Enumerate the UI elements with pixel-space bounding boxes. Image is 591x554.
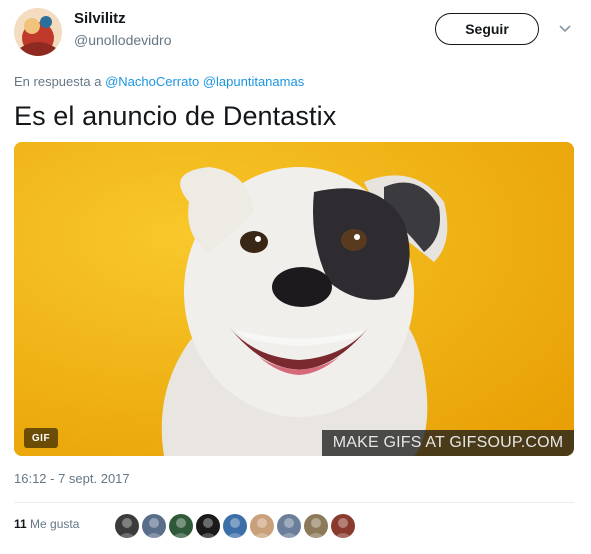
liker-avatar[interactable] [114,513,140,539]
chevron-down-icon[interactable] [558,24,572,34]
mention-link[interactable]: @NachoCerrato [105,74,199,89]
liker-avatar[interactable] [330,513,356,539]
author-handle[interactable]: @unollodevidro [74,32,172,48]
likes-count[interactable]: 11 Me gusta [14,517,79,531]
liker-avatar[interactable] [141,513,167,539]
tweet-text: Es el anuncio de Dentastix [14,101,337,131]
likes-number: 11 [14,517,27,531]
tweet-timestamp[interactable]: 16:12 - 7 sept. 2017 [14,471,130,486]
liker-avatar[interactable] [276,513,302,539]
reply-context: En respuesta a @NachoCerrato @lapuntitan… [14,74,304,89]
author-display-name[interactable]: Silvilitz [74,10,126,27]
liker-avatar[interactable] [168,513,194,539]
gif-watermark: MAKE GIFS AT GIFSOUP.COM [322,430,574,456]
liker-avatar[interactable] [249,513,275,539]
follow-button[interactable]: Seguir [435,13,539,45]
reply-prefix: En respuesta a [14,74,102,89]
author-avatar[interactable] [14,8,62,56]
liker-avatar[interactable] [303,513,329,539]
liker-avatar[interactable] [222,513,248,539]
liker-avatar[interactable] [195,513,221,539]
gif-media[interactable]: GIF MAKE GIFS AT GIFSOUP.COM [14,142,574,456]
divider [14,502,574,503]
gif-badge: GIF [24,428,58,448]
mention-link[interactable]: @lapuntitanamas [203,74,304,89]
dog-gif-image [14,142,574,456]
likes-label: Me gusta [30,517,80,531]
